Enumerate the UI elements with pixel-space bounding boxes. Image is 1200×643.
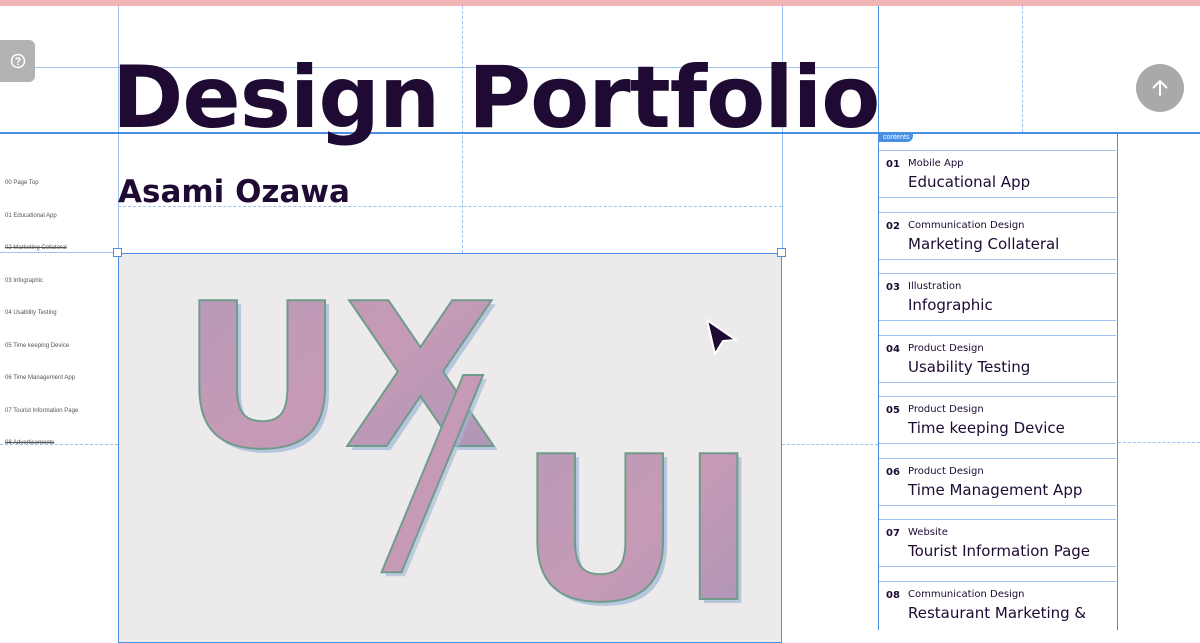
toc-item-name: Infographic	[908, 296, 993, 314]
mini-nav-item[interactable]: 04 Usability Testing	[5, 310, 115, 343]
toc-item-name: Restaurant Marketing &	[908, 604, 1087, 622]
toc-item-name: Marketing Collateral	[908, 235, 1060, 253]
toc-tag: contents	[879, 133, 914, 142]
help-button[interactable]	[0, 40, 35, 82]
toc-item-name: Educational App	[908, 173, 1031, 191]
hero-text-ui: UI	[519, 414, 756, 643]
mini-nav-item[interactable]: 07 Tourist Information Page	[5, 408, 115, 441]
scroll-to-top-button[interactable]	[1136, 64, 1184, 112]
toc-item[interactable]: 04 Product Design Usability Testing	[879, 335, 1116, 383]
toc-item-name: Time keeping Device	[908, 419, 1065, 437]
toc-item-number: 01	[886, 159, 900, 170]
mini-nav-item[interactable]: 02 Marketing Collateral	[5, 245, 115, 278]
resize-handle[interactable]	[777, 248, 786, 257]
ux-ui-artwork: UX UX / / UI UI	[180, 260, 760, 643]
toc-item-number: 02	[886, 221, 900, 232]
mini-nav-item[interactable]: 01 Educational App	[5, 213, 115, 246]
mini-nav-item[interactable]: 06 Time Management App	[5, 375, 115, 408]
toc-item-number: 07	[886, 528, 900, 539]
mini-nav-item[interactable]: 00 Page Top	[5, 180, 115, 213]
toc-item[interactable]: 03 Illustration Infographic	[879, 273, 1116, 321]
hero-image[interactable]: UX UX / / UI UI	[118, 253, 782, 643]
table-of-contents: contents 01 Mobile App Educational App 0…	[879, 133, 1118, 630]
toc-item-name: Usability Testing	[908, 358, 1031, 376]
guide-line	[1022, 6, 1023, 132]
toc-item-category: Communication Design	[908, 589, 1025, 600]
top-accent-bar	[0, 0, 1200, 6]
toc-item-name: Tourist Information Page	[908, 542, 1091, 560]
mouse-cursor-icon	[706, 319, 737, 355]
toc-item[interactable]: 08 Communication Design Restaurant Marke…	[879, 581, 1116, 630]
toc-item-number: 06	[886, 467, 900, 478]
toc-item-category: Website	[908, 527, 948, 538]
guide-line	[1118, 442, 1200, 443]
guide-line	[782, 444, 878, 445]
toc-item[interactable]: 07 Website Tourist Information Page	[879, 519, 1116, 567]
question-circle-icon	[10, 53, 25, 69]
toc-item[interactable]: 05 Product Design Time keeping Device	[879, 396, 1116, 444]
toc-item[interactable]: 01 Mobile App Educational App	[879, 150, 1116, 198]
mini-nav: 00 Page Top 01 Educational App 02 Market…	[5, 180, 115, 473]
arrow-up-icon	[1152, 80, 1168, 96]
toc-item-number: 04	[886, 344, 900, 355]
toc-item-category: Product Design	[908, 466, 984, 477]
page-title: Design Portfolio	[112, 48, 880, 148]
resize-handle[interactable]	[113, 248, 122, 257]
author-name: Asami Ozawa	[118, 174, 350, 210]
toc-item[interactable]: 02 Communication Design Marketing Collat…	[879, 212, 1116, 260]
toc-item-number: 08	[886, 590, 900, 601]
toc-item-number: 05	[886, 405, 900, 416]
mini-nav-item[interactable]: 05 Time keeping Device	[5, 343, 115, 376]
toc-item-category: Product Design	[908, 404, 984, 415]
toc-item-name: Time Management App	[908, 481, 1083, 499]
toc-item-number: 03	[886, 282, 900, 293]
toc-item-category: Communication Design	[908, 220, 1025, 231]
toc-item-category: Product Design	[908, 343, 984, 354]
toc-item-category: Illustration	[908, 281, 962, 292]
mini-nav-item[interactable]: 08 Advertisements	[5, 440, 115, 473]
toc-item-category: Mobile App	[908, 158, 964, 169]
mini-nav-item[interactable]: 03 Infographic	[5, 278, 115, 311]
toc-item[interactable]: 06 Product Design Time Management App	[879, 458, 1116, 506]
